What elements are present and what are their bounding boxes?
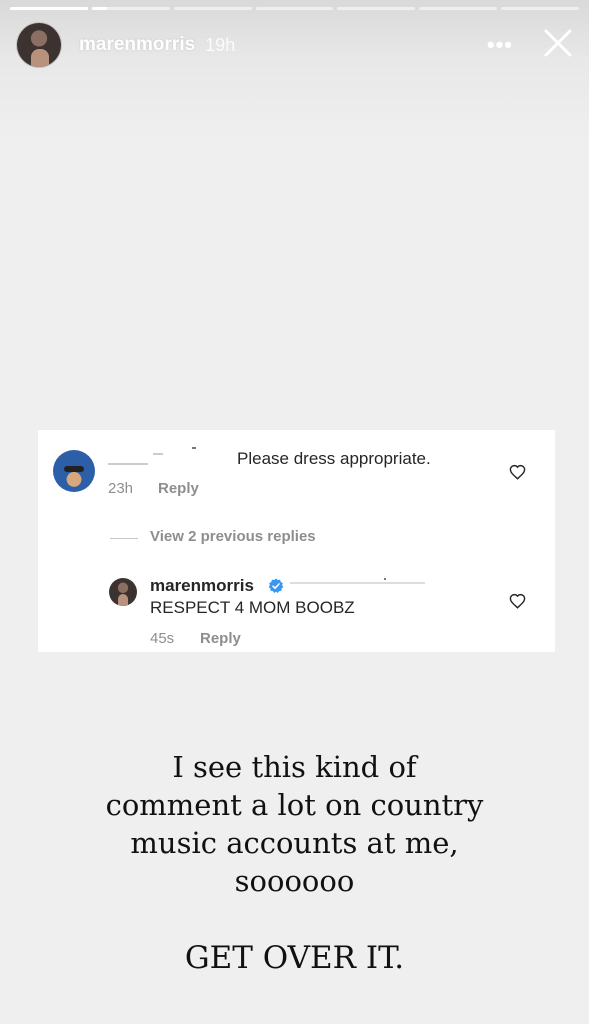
progress-segment (10, 7, 88, 10)
progress-segment (255, 7, 334, 10)
story-progress-bar (10, 7, 580, 10)
caption-line: soooooo (234, 864, 355, 898)
reply-button[interactable]: Reply (158, 480, 199, 497)
caption-line: comment a lot on country (105, 788, 484, 822)
heart-icon[interactable] (509, 464, 526, 480)
progress-segment (91, 7, 170, 10)
commenter-avatar (53, 450, 95, 492)
caption-emphasis: GET OVER IT. (184, 940, 405, 976)
story-viewer: marenmorris 19h ••• Please dress appropr… (0, 0, 589, 1024)
close-icon[interactable] (543, 28, 573, 58)
comment-text: Please dress appropriate. (237, 449, 431, 468)
redacted-mention (290, 578, 425, 588)
progress-fill (91, 7, 108, 10)
heart-icon[interactable] (509, 593, 526, 609)
reply-avatar (109, 578, 137, 606)
story-header: marenmorris 19h ••• (16, 20, 573, 70)
more-horizontal-icon[interactable]: ••• (487, 32, 513, 58)
comment-screenshot-card: Please dress appropriate. 23h Reply View… (38, 430, 555, 652)
caption-line: I see this kind of (172, 750, 417, 784)
view-previous-replies-link[interactable]: View 2 previous replies (150, 528, 316, 545)
reply-time: 45s (150, 630, 175, 647)
reply-button[interactable]: Reply (200, 630, 241, 647)
verified-badge-icon (268, 578, 284, 593)
profile-avatar[interactable] (16, 22, 62, 68)
progress-segment (337, 7, 416, 10)
reply-text: RESPECT 4 MOM BOOBZ (150, 598, 355, 617)
caption-line: music accounts at me, (130, 826, 459, 860)
progress-fill (10, 7, 88, 10)
story-time: 19h (205, 34, 236, 55)
progress-segment (501, 7, 580, 10)
progress-segment (419, 7, 498, 10)
reply-username[interactable]: marenmorris (150, 576, 254, 596)
progress-segment (173, 7, 252, 10)
redacted-username (108, 445, 203, 467)
story-caption: I see this kind of comment a lot on coun… (0, 748, 589, 900)
replies-divider (110, 538, 138, 539)
comment-time: 23h (108, 480, 134, 497)
story-username[interactable]: marenmorris (79, 34, 195, 56)
